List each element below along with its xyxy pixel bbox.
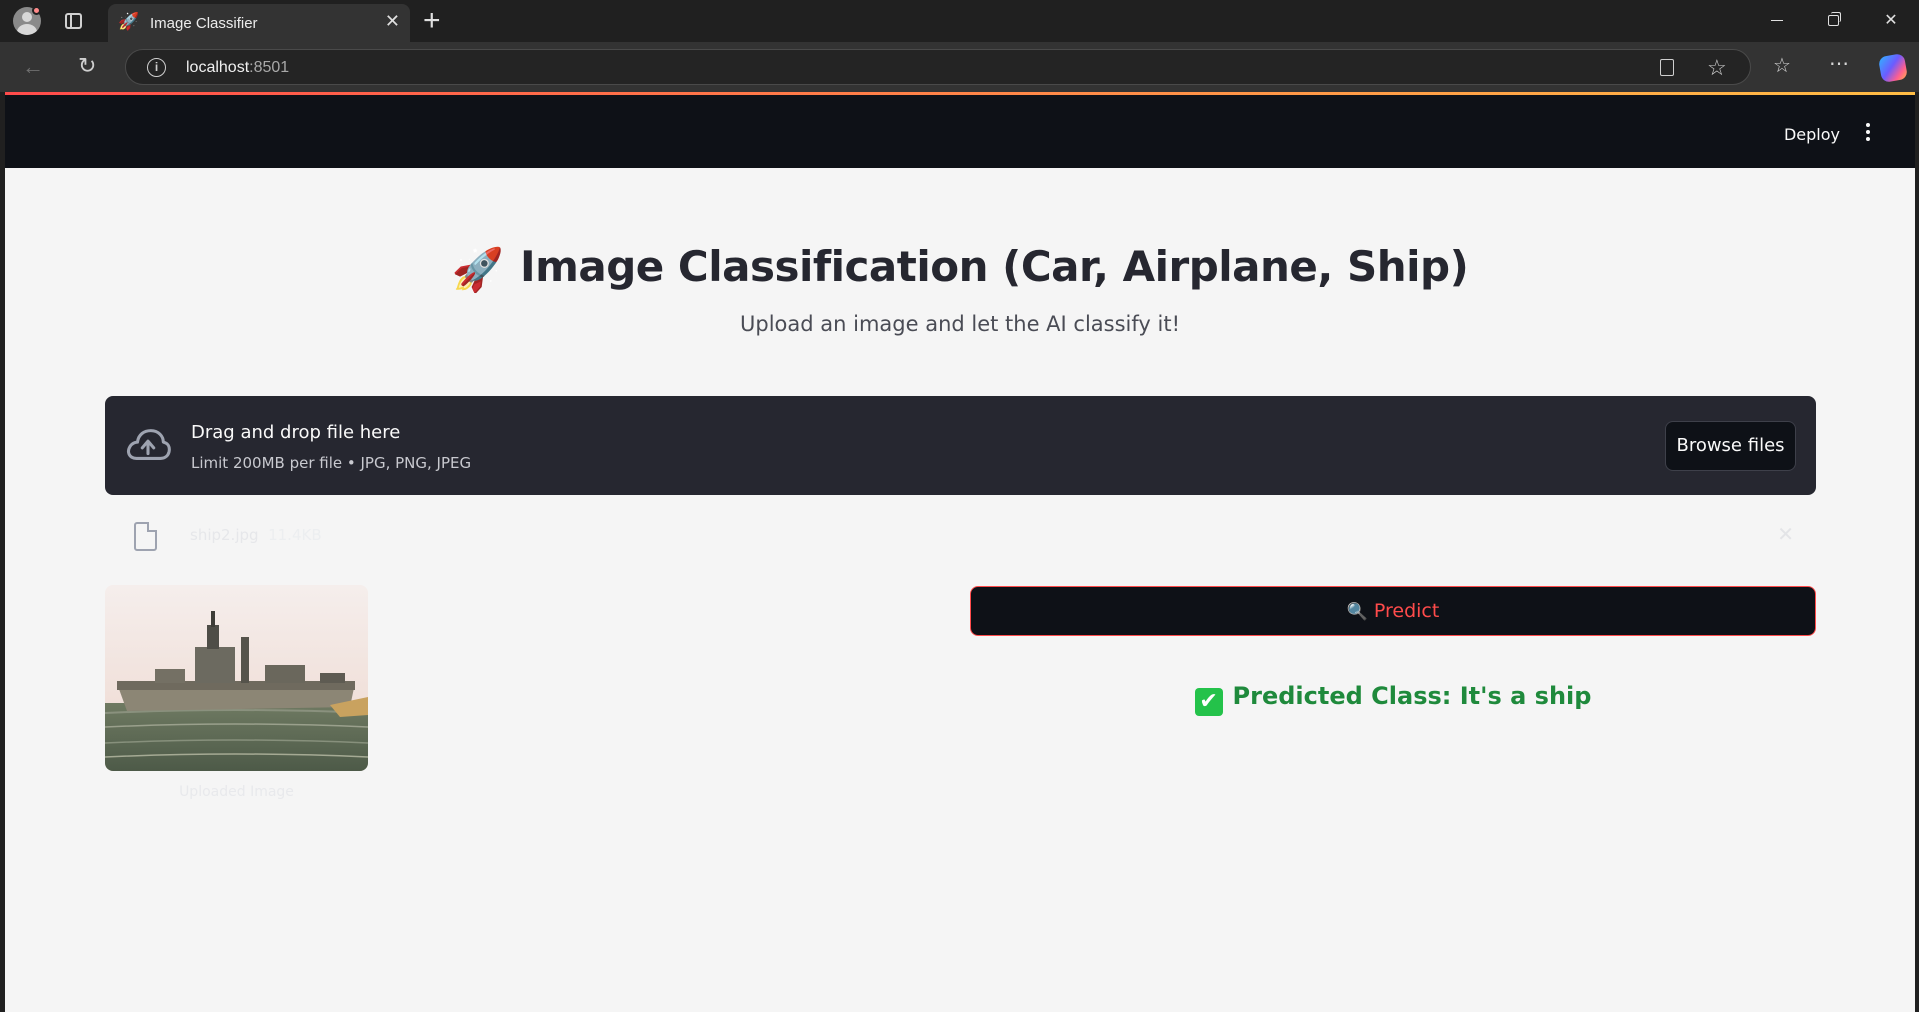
- uploaded-image[interactable]: [105, 585, 368, 771]
- uploaded-file-name: ship2.jpg 11.4KB: [190, 526, 322, 544]
- image-caption: Uploaded Image: [179, 784, 294, 800]
- browse-files-button[interactable]: Browse files: [1665, 421, 1796, 471]
- page-title: 🚀 Image Classification (Car, Airplane, Sh…: [5, 242, 1915, 295]
- minimize-icon: [1771, 20, 1783, 22]
- tab-title: Image Classifier: [150, 15, 258, 32]
- deploy-button[interactable]: Deploy: [1784, 125, 1840, 144]
- restore-button[interactable]: [1810, 6, 1856, 36]
- more-options-icon[interactable]: ⋯: [1829, 51, 1850, 76]
- check-mark-icon: ✔: [1194, 688, 1223, 716]
- rocket-favicon-icon: 🚀: [118, 12, 140, 31]
- cloud-upload-icon: [127, 429, 171, 460]
- main-menu-icon[interactable]: [1863, 121, 1873, 143]
- dropzone-limit: Limit 200MB per file • JPG, PNG, JPEG: [191, 454, 472, 472]
- site-info-icon[interactable]: i: [147, 58, 166, 77]
- predict-label: Predict: [1373, 600, 1440, 622]
- uploaded-file-size: 11.4KB: [268, 526, 322, 544]
- back-arrow-icon[interactable]: ←: [22, 56, 44, 78]
- remove-file-icon[interactable]: ✕: [1777, 522, 1794, 547]
- app-page: Deploy 🚀 Image Classification (Car, Airpl…: [5, 92, 1915, 1012]
- uploaded-file-row: ship2.jpg 11.4KB ✕: [105, 512, 1816, 552]
- address-bar[interactable]: i localhost:8501 ☆: [125, 49, 1751, 85]
- file-icon: [134, 522, 157, 551]
- url-text[interactable]: localhost:8501: [186, 59, 289, 77]
- dropzone-instruction: Drag and drop file here: [191, 422, 401, 443]
- file-dropzone[interactable]: Drag and drop file here Limit 200MB per …: [105, 396, 1816, 495]
- browser-toolbar: ← ↻ i localhost:8501 ☆ ☆ ⋯: [0, 42, 1919, 92]
- browser-tab-bar: 🚀 Image Classifier ✕ + ✕: [0, 0, 1919, 42]
- reload-icon[interactable]: ↻: [78, 55, 96, 77]
- browser-tab[interactable]: 🚀 Image Classifier ✕: [108, 4, 410, 42]
- copilot-icon[interactable]: [1877, 52, 1909, 84]
- close-tab-icon[interactable]: ✕: [385, 11, 400, 32]
- title-text: Image Classification (Car, Airplane, Shi…: [520, 242, 1469, 291]
- predict-button[interactable]: 🔍 Predict: [970, 586, 1816, 636]
- minimize-button[interactable]: [1754, 6, 1800, 36]
- new-tab-button[interactable]: +: [423, 4, 441, 38]
- rocket-icon: 🚀: [451, 246, 504, 293]
- prediction-result: ✔ Predicted Class: It's a ship: [970, 682, 1816, 716]
- favorites-icon[interactable]: ☆: [1773, 53, 1791, 78]
- tab-actions-icon[interactable]: [65, 13, 82, 29]
- app-header: Deploy: [5, 95, 1915, 168]
- reading-view-icon[interactable]: [1660, 59, 1674, 76]
- magnifier-icon: 🔍: [1346, 602, 1368, 622]
- close-window-button[interactable]: ✕: [1868, 6, 1914, 36]
- restore-icon: [1827, 12, 1841, 27]
- prediction-text: Predicted Class: It's a ship: [1232, 682, 1592, 710]
- page-subtitle: Upload an image and let the AI classify …: [740, 312, 1180, 336]
- favorite-star-icon[interactable]: ☆: [1707, 55, 1727, 81]
- notification-dot-icon: [32, 6, 41, 15]
